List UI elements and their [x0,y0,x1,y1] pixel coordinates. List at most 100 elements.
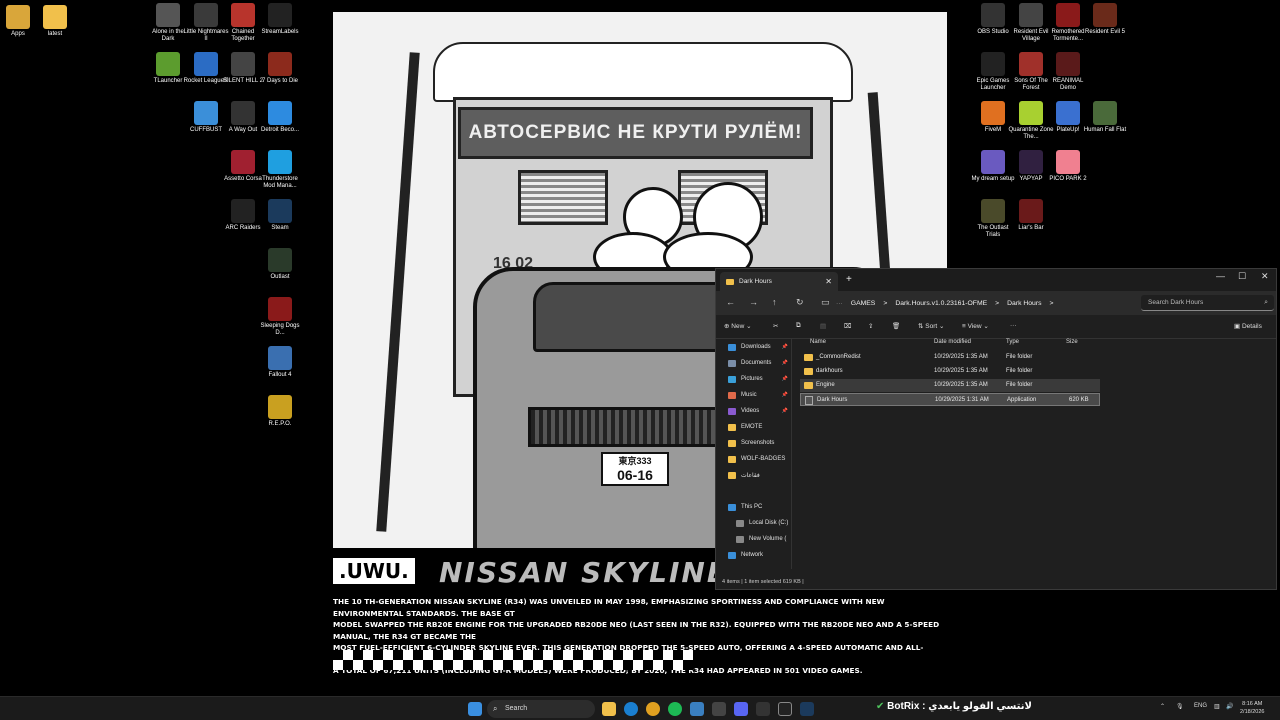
desktop-shortcut[interactable]: 7 Days to Die [257,52,303,85]
col-date[interactable]: Date modified [934,339,971,345]
breadcrumb[interactable]: ··· GAMES > Dark.Hours.v1.0.23161-OFME >… [836,296,1136,310]
nav-item[interactable]: Screenshots [728,437,790,449]
app-icon [1019,150,1043,174]
language-indicator[interactable]: ENG [1194,703,1207,709]
crumb[interactable]: Dark Hours [1007,300,1041,307]
crumb[interactable]: GAMES [851,300,876,307]
app-icon [1019,199,1043,223]
search-icon: ⌕ [1264,299,1268,306]
nav-item[interactable]: Local Disk (C:) [736,517,798,529]
rename-icon[interactable]: ⌧ [844,322,852,330]
nav-item[interactable]: Downloads 📌 [728,341,790,353]
tab-dark-hours[interactable]: Dark Hours ✕ [720,272,838,291]
copy-icon[interactable]: ⧉ [796,322,801,330]
nav-item-icon [728,455,736,463]
view-button[interactable]: ≡ View ⌄ [962,322,989,330]
tray-chevron-icon[interactable]: ⌃ [1160,703,1165,710]
file-explorer-icon[interactable] [602,702,616,716]
nav-item[interactable]: WOLF-BADGES [728,453,790,465]
back-icon[interactable]: ← [726,297,735,307]
nav-item[interactable]: Network [728,549,790,561]
app-icon [1019,101,1043,125]
nav-item[interactable]: This PC [728,501,790,513]
minimize-button[interactable]: — [1216,271,1225,281]
clock[interactable]: 8:16 AM 2/18/2026 [1240,700,1264,716]
desktop-shortcut[interactable]: latest [32,5,78,38]
nav-item[interactable]: Videos 📌 [728,405,790,417]
title-bar[interactable]: Dark Hours ✕ + — ☐ ✕ [716,269,1276,291]
desktop-shortcut[interactable]: Fallout 4 [257,346,303,379]
col-type[interactable]: Type [1006,339,1019,345]
close-tab-icon[interactable]: ✕ [825,277,832,286]
app-icon [231,101,255,125]
crumb[interactable]: Dark.Hours.v1.0.23161-OFME [895,300,987,307]
file-row[interactable]: darkhours 10/29/2025 1:35 AM File folder [800,365,1100,378]
file-row[interactable]: Engine 10/29/2025 1:35 AM File folder [800,379,1100,392]
desktop-shortcut[interactable]: Detroit Beco... [257,101,303,134]
forward-icon[interactable]: → [749,297,758,307]
desktop-shortcut[interactable]: Steam [257,199,303,232]
spotify-icon[interactable] [668,702,682,716]
details-button[interactable]: ▣ Details [1234,322,1262,330]
refresh-icon[interactable]: ↻ [796,297,804,308]
shortcut-label: 7 Days to Die [261,78,298,84]
desktop-shortcut[interactable]: StreamLabels [257,3,303,36]
app-icon [231,199,255,223]
file-explorer-window[interactable]: Dark Hours ✕ + — ☐ ✕ ← → ↑ ↻ ▭ ··· GAMES… [715,268,1277,590]
obs-icon[interactable] [778,702,792,716]
file-row[interactable]: _CommonRedist 10/29/2025 1:35 AM File fold… [800,351,1100,364]
nav-item[interactable]: Documents 📌 [728,357,790,369]
delete-icon[interactable]: 🗑 [892,322,900,330]
nav-item[interactable]: Music 📌 [728,389,790,401]
sort-button[interactable]: ⇅ Sort ⌄ [918,322,944,330]
app-icon[interactable] [756,702,770,716]
file-size: 620 KB [1069,397,1089,403]
discord-icon[interactable] [734,702,748,716]
nav-item[interactable]: Pictures 📌 [728,373,790,385]
file-type: File folder [1006,368,1033,374]
file-row[interactable]: Dark Hours 10/29/2025 1:31 AM Application 6… [800,393,1100,406]
botrix-ticker: ✔ BotRix : لانتسي الفولو يابعدي [876,701,1032,712]
col-size[interactable]: Size [1066,339,1078,345]
maximize-button[interactable]: ☐ [1238,271,1246,282]
desktop-shortcut[interactable]: Sleeping Dogs D... [257,297,303,337]
volume-icon[interactable]: 🔊 [1226,703,1233,710]
desktop-shortcut[interactable]: REANIMAL Demo [1045,52,1091,92]
share-icon[interactable]: ⇪ [868,322,873,330]
mic-icon[interactable]: 🎙 [1176,703,1184,710]
nav-item[interactable]: New Volume ( [736,533,798,545]
app-icon [43,5,67,29]
cut-icon[interactable]: ✂ [773,322,778,330]
desktop-shortcut[interactable]: PICO PARK 2 [1045,150,1091,183]
desktop-shortcut[interactable]: Human Fall Flat [1082,101,1128,134]
taskbar-search[interactable]: ⌕ Search [487,700,595,718]
app-icon[interactable] [712,702,726,716]
new-tab-button[interactable]: + [846,274,852,285]
desktop-shortcut[interactable]: Thunderstore Mod Mana... [257,150,303,190]
col-name[interactable]: Name [810,339,826,345]
chrome-icon[interactable] [646,702,660,716]
edge-icon[interactable] [624,702,638,716]
desktop-shortcut[interactable]: Liar's Bar [1008,199,1054,232]
new-button[interactable]: ⊕ New ⌄ [724,322,752,330]
network-icon[interactable]: ▥ [1214,703,1220,710]
nav-item[interactable]: EMOTE [728,421,790,433]
nav-item[interactable]: فقاعات [728,469,790,481]
app-icon [1056,3,1080,27]
desktop-shortcut[interactable]: R.E.P.O. [257,395,303,428]
more-crumbs-icon[interactable]: ··· [836,300,843,307]
start-icon[interactable] [468,702,482,716]
steam-icon[interactable] [800,702,814,716]
paste-icon[interactable]: ▤ [820,322,826,330]
taskbar: ⌕ Search ✔ BotRix : لانتسي الفولو يابعدي… [0,696,1280,720]
close-button[interactable]: ✕ [1261,271,1269,282]
more-options-button[interactable]: ··· [1010,322,1017,329]
monitor-icon[interactable]: ▭ [821,297,830,308]
search-input[interactable]: Search Dark Hours ⌕ [1141,295,1274,311]
nav-item-label: فقاعات [741,472,760,479]
desktop-shortcut[interactable]: Outlast [257,248,303,281]
up-icon[interactable]: ↑ [772,297,777,307]
desktop-shortcut[interactable]: Resident Evil 5 [1082,3,1128,36]
shortcut-label: Thunderstore Mod Mana... [262,176,298,189]
store-icon[interactable] [690,702,704,716]
